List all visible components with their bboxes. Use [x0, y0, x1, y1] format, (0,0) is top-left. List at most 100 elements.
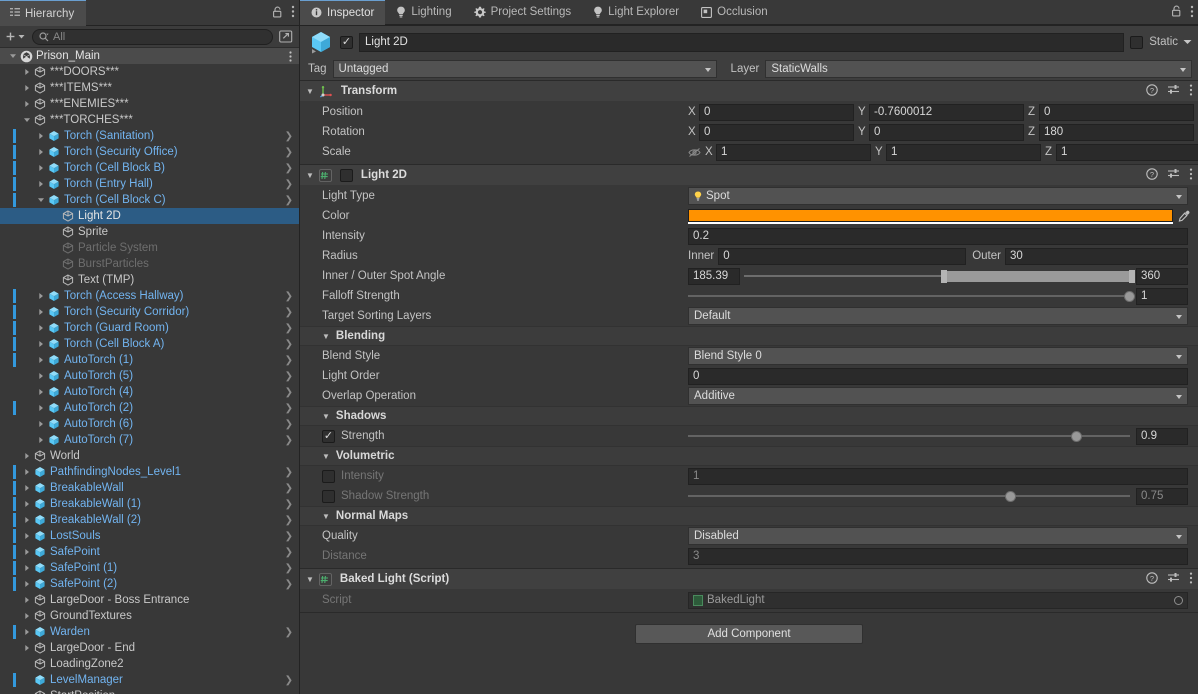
slider-knob[interactable]	[1124, 290, 1135, 302]
preset-icon[interactable]	[1167, 572, 1180, 587]
hierarchy-item[interactable]: AutoTorch (2) ❯	[0, 400, 299, 416]
hierarchy-item[interactable]: Torch (Access Hallway) ❯	[0, 288, 299, 304]
hierarchy-item[interactable]: Torch (Cell Block A) ❯	[0, 336, 299, 352]
slider-handle-inner[interactable]	[940, 269, 947, 283]
prefab-open-chevron[interactable]: ❯	[285, 480, 293, 496]
hierarchy-scene-row[interactable]: Prison_Main	[0, 48, 299, 64]
hierarchy-menu-icon[interactable]	[291, 5, 295, 21]
component-enabled-checkbox[interactable]	[339, 168, 353, 182]
prefab-open-chevron[interactable]: ❯	[285, 368, 293, 384]
expand-arrow[interactable]	[36, 388, 46, 396]
property-checkbox[interactable]	[322, 469, 335, 483]
hierarchy-item[interactable]: LoadingZone2	[0, 656, 299, 672]
expand-arrow[interactable]	[36, 180, 46, 188]
help-icon[interactable]: ?	[1146, 167, 1158, 183]
field-y[interactable]: 1	[886, 143, 1041, 161]
expand-arrow[interactable]	[36, 164, 46, 172]
component-header[interactable]: ▼ Transform?	[300, 81, 1198, 101]
expand-arrow[interactable]	[36, 324, 46, 332]
prefab-open-chevron[interactable]: ❯	[285, 512, 293, 528]
hierarchy-item[interactable]: Torch (Security Corridor) ❯	[0, 304, 299, 320]
hierarchy-item[interactable]: BurstParticles	[0, 256, 299, 272]
tab-light-explorer[interactable]: Light Explorer	[582, 0, 691, 25]
expand-arrow[interactable]	[36, 356, 46, 364]
property-section-header[interactable]: ▼ Normal Maps	[300, 506, 1198, 526]
field-y[interactable]: 0	[869, 123, 1024, 141]
help-icon[interactable]: ?	[1146, 83, 1158, 99]
hierarchy-item[interactable]: Torch (Sanitation) ❯	[0, 128, 299, 144]
hierarchy-item[interactable]: Torch (Guard Room) ❯	[0, 320, 299, 336]
eyedropper-icon[interactable]	[1175, 210, 1192, 222]
hierarchy-item[interactable]: BreakableWall ❯	[0, 480, 299, 496]
hierarchy-item[interactable]: Warden ❯	[0, 624, 299, 640]
lock-icon[interactable]	[1171, 5, 1182, 20]
prefab-open-chevron[interactable]: ❯	[285, 176, 293, 192]
prefab-open-chevron[interactable]: ❯	[285, 384, 293, 400]
chevron-down-icon[interactable]: ▼	[306, 575, 314, 584]
preset-icon[interactable]	[1167, 84, 1180, 99]
expand-arrow[interactable]	[36, 148, 46, 156]
open-in-window-icon[interactable]	[277, 28, 295, 45]
preset-icon[interactable]	[1167, 168, 1180, 183]
hierarchy-item[interactable]: PathfindingNodes_Level1 ❯	[0, 464, 299, 480]
field-z[interactable]: 0	[1039, 103, 1194, 121]
hierarchy-item[interactable]: StartPosition	[0, 688, 299, 694]
dropdown-quality[interactable]: Disabled	[688, 527, 1188, 545]
property-checkbox[interactable]	[322, 429, 335, 443]
expand-arrow[interactable]	[36, 404, 46, 412]
expand-arrow[interactable]	[36, 340, 46, 348]
field-y[interactable]: -0.7600012	[869, 103, 1024, 121]
input-intensity[interactable]: 1	[688, 467, 1188, 485]
expand-arrow[interactable]	[22, 596, 32, 604]
hierarchy-item[interactable]: ***ITEMS***	[0, 80, 299, 96]
prefab-open-chevron[interactable]: ❯	[285, 304, 293, 320]
slider-knob[interactable]	[1004, 490, 1016, 502]
expand-arrow[interactable]	[22, 612, 32, 620]
hierarchy-item[interactable]: ***TORCHES***	[0, 112, 299, 128]
expand-arrow[interactable]	[36, 420, 46, 428]
slider-value-input[interactable]: 0.75	[1136, 487, 1188, 505]
expand-arrow[interactable]	[22, 580, 32, 588]
expand-arrow[interactable]	[22, 100, 32, 108]
expand-arrow[interactable]	[22, 116, 32, 124]
scale-lock-icon[interactable]	[688, 147, 701, 158]
expand-arrow[interactable]	[22, 84, 32, 92]
property-section-header[interactable]: ▼ Shadows	[300, 406, 1198, 426]
object-enabled-checkbox[interactable]	[340, 35, 353, 49]
lock-icon[interactable]	[272, 6, 283, 21]
hierarchy-tree[interactable]: Prison_Main ***DOORS*** ***ITEMS*** ***ENEM…	[0, 48, 299, 694]
prefab-open-chevron[interactable]: ❯	[285, 528, 293, 544]
hierarchy-item[interactable]: LargeDoor - End	[0, 640, 299, 656]
tab-hierarchy[interactable]: Hierarchy	[0, 0, 87, 26]
expand-arrow[interactable]	[22, 468, 32, 476]
prefab-open-chevron[interactable]: ❯	[285, 464, 293, 480]
hierarchy-item[interactable]: AutoTorch (5) ❯	[0, 368, 299, 384]
slider-shadow-strength[interactable]	[688, 488, 1130, 505]
input-distance[interactable]: 3	[688, 547, 1188, 565]
prefab-open-chevron[interactable]: ❯	[285, 672, 293, 688]
expand-arrow[interactable]	[22, 564, 32, 572]
dropdown-light-type[interactable]: Spot	[688, 187, 1188, 205]
prefab-open-chevron[interactable]: ❯	[285, 320, 293, 336]
hierarchy-item[interactable]: LargeDoor - Boss Entrance	[0, 592, 299, 608]
hierarchy-item[interactable]: BreakableWall (1) ❯	[0, 496, 299, 512]
prefab-open-chevron[interactable]: ❯	[285, 352, 293, 368]
add-component-button[interactable]: Add Component	[635, 623, 863, 644]
prefab-open-chevron[interactable]: ❯	[285, 576, 293, 592]
dropdown-blend-style[interactable]: Blend Style 0	[688, 347, 1188, 365]
expand-arrow[interactable]	[22, 484, 32, 492]
hierarchy-item[interactable]: AutoTorch (6) ❯	[0, 416, 299, 432]
static-dropdown[interactable]: Static	[1149, 36, 1192, 48]
component-menu-icon[interactable]	[1189, 572, 1193, 587]
prefab-open-chevron[interactable]: ❯	[285, 192, 293, 208]
prefab-open-chevron[interactable]: ❯	[285, 544, 293, 560]
slider-handle-outer[interactable]	[1129, 269, 1135, 283]
hierarchy-item[interactable]: SafePoint (1) ❯	[0, 560, 299, 576]
component-header[interactable]: ▼ Light 2D?	[300, 165, 1198, 185]
hierarchy-item[interactable]: ***ENEMIES***	[0, 96, 299, 112]
hierarchy-item[interactable]: ***DOORS***	[0, 64, 299, 80]
create-gameobject-button[interactable]	[4, 32, 28, 41]
expand-arrow[interactable]	[36, 196, 46, 204]
component-menu-icon[interactable]	[1189, 84, 1193, 99]
hierarchy-item[interactable]: AutoTorch (7) ❯	[0, 432, 299, 448]
